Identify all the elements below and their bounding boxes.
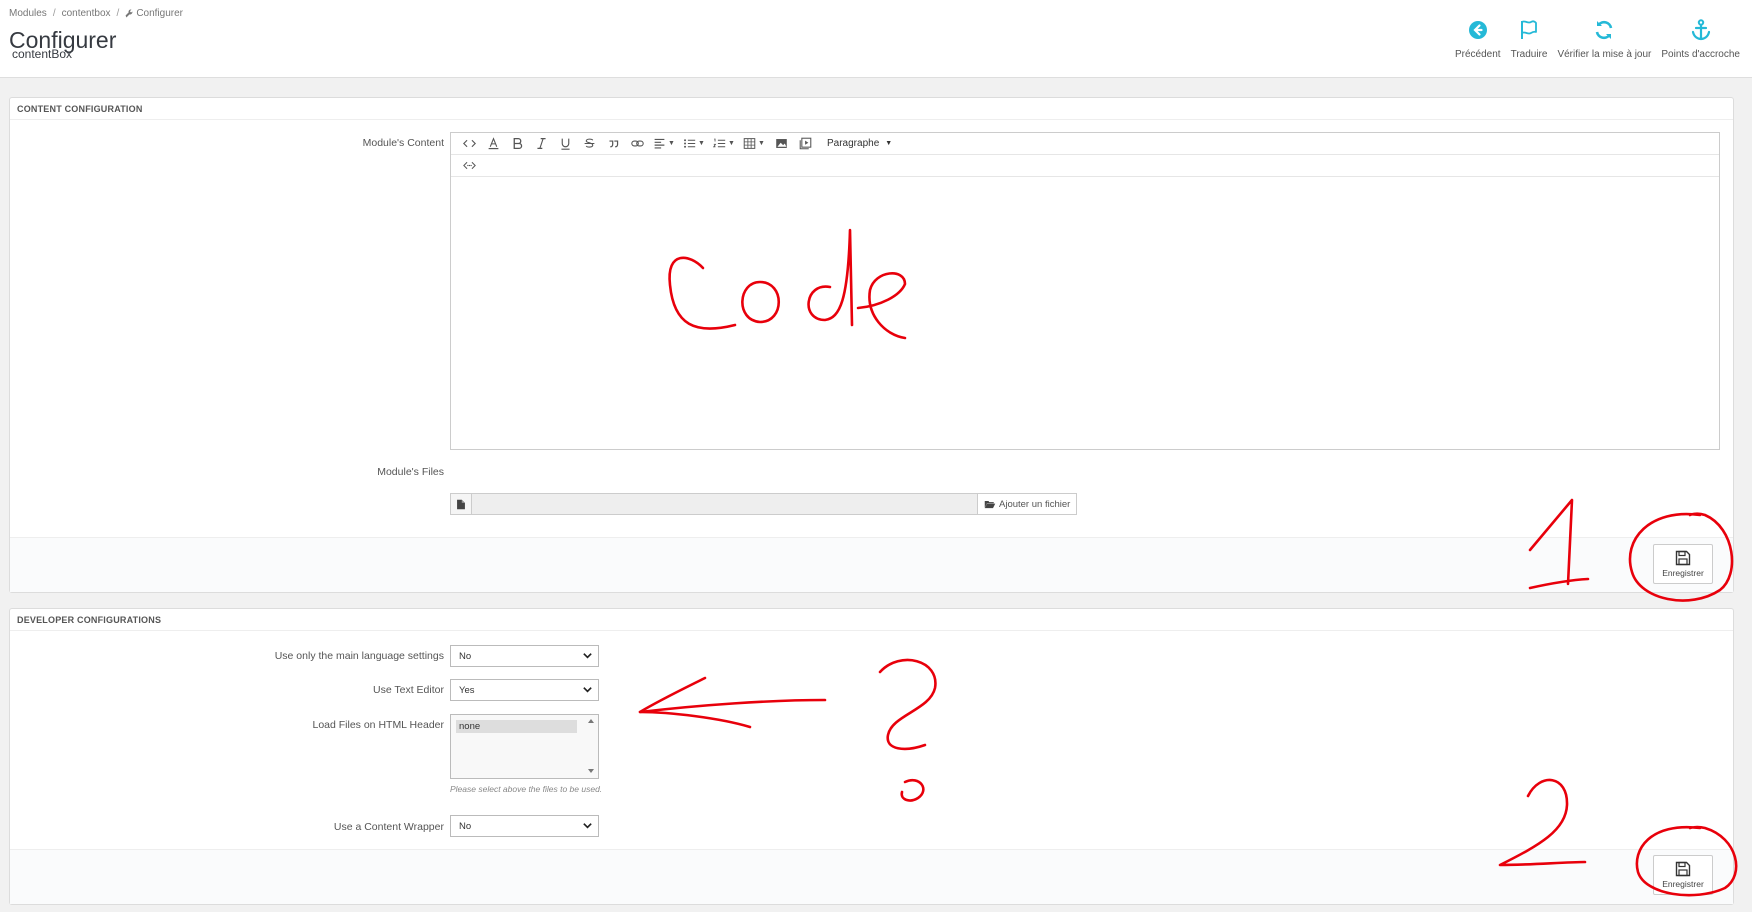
content-wrapper-value: No: [459, 821, 472, 832]
page-header: Modules / contentbox / Configurer Config…: [0, 0, 1752, 78]
panel-footer: [10, 537, 1733, 592]
align-left-icon: [654, 138, 665, 149]
load-files-label: Load Files on HTML Header: [312, 719, 444, 731]
translate-button[interactable]: Traduire: [1510, 18, 1548, 60]
module-files-label: Module's Files: [377, 466, 444, 478]
file-icon: [450, 493, 472, 515]
chevron-down-icon: [583, 653, 592, 659]
text-editor-select[interactable]: Yes: [450, 679, 599, 701]
code-icon: [462, 139, 476, 148]
blockquote-button[interactable]: [601, 134, 625, 154]
panel-heading: DEVELOPER CONFIGURATIONS: [10, 609, 1733, 631]
wrench-icon: [125, 9, 134, 18]
scroll-down-icon[interactable]: [588, 769, 594, 773]
back-button[interactable]: Précédent: [1455, 18, 1501, 60]
strikethrough-icon: [584, 138, 594, 148]
numbered-list-dropdown[interactable]: ▼: [709, 134, 739, 154]
bold-button[interactable]: [505, 134, 529, 154]
breadcrumb-separator: /: [116, 8, 120, 19]
refresh-icon: [1596, 20, 1613, 40]
text-color-icon: [488, 137, 498, 150]
text-color-button[interactable]: [481, 134, 505, 154]
breadcrumb-item-contentbox[interactable]: contentbox: [62, 8, 111, 19]
bullet-list-icon: [684, 139, 696, 148]
save-button-developer[interactable]: Enregistrer: [1653, 855, 1713, 895]
source-code-button[interactable]: [457, 134, 481, 154]
floppy-disk-icon: [1675, 550, 1691, 566]
text-editor-label: Use Text Editor: [372, 684, 444, 696]
developer-configurations-panel: DEVELOPER CONFIGURATIONS: [9, 608, 1734, 905]
back-circle-icon: [1468, 21, 1487, 39]
check-update-label: Vérifier la mise à jour: [1557, 49, 1652, 60]
paragraph-format-dropdown[interactable]: Paragraphe ▼: [827, 138, 892, 149]
breadcrumb-label: Configurer: [136, 8, 184, 19]
page-subtitle: contentBox: [12, 47, 73, 61]
breadcrumb-item-modules[interactable]: Modules: [9, 8, 47, 19]
anchor-icon: [1691, 19, 1710, 41]
module-content-label: Module's Content: [362, 137, 444, 149]
bold-icon: [513, 137, 522, 150]
translate-label: Traduire: [1510, 49, 1548, 60]
strikethrough-button[interactable]: [577, 134, 601, 154]
link-button[interactable]: [625, 134, 649, 154]
file-upload-group: Ajouter un fichier: [450, 493, 1078, 515]
add-file-label: Ajouter un fichier: [999, 498, 1071, 510]
header-toolbar: Précédent Traduire Vérifier la mise à jo…: [1455, 18, 1740, 60]
editor-toolbar: ▼ ▼ ▼ ▼ Paragraphe ▼: [451, 133, 1719, 155]
underline-button[interactable]: [553, 134, 577, 154]
table-dropdown[interactable]: ▼: [739, 134, 769, 154]
breadcrumb-separator: /: [52, 8, 56, 19]
panel-footer: [10, 849, 1733, 904]
flag-icon: [1521, 20, 1537, 39]
main-language-value: No: [459, 651, 472, 662]
add-file-button[interactable]: Ajouter un fichier: [978, 493, 1078, 515]
table-icon: [743, 138, 756, 149]
code-sample-icon: [462, 161, 476, 170]
media-button[interactable]: [793, 134, 817, 154]
save-button-content[interactable]: Enregistrer: [1653, 544, 1713, 584]
paragraph-format-label: Paragraphe: [827, 138, 880, 149]
content-wrapper-label: Use a Content Wrapper: [333, 821, 444, 833]
save-label: Enregistrer: [1662, 568, 1704, 578]
save-label: Enregistrer: [1662, 879, 1704, 889]
folder-open-icon: [984, 501, 996, 509]
load-files-help: Please select above the files to be used…: [450, 784, 603, 794]
text-editor-value: Yes: [459, 685, 475, 696]
media-icon: [799, 137, 811, 150]
floppy-disk-icon: [1675, 861, 1691, 877]
editor-toolbar-secondary: [451, 155, 1719, 177]
quote-icon: [608, 140, 618, 148]
code-sample-button[interactable]: [457, 156, 481, 176]
numbered-list-icon: [713, 138, 726, 148]
rich-text-editor: ▼ ▼ ▼ ▼ Paragraphe ▼: [450, 132, 1720, 450]
file-name-field[interactable]: [472, 493, 978, 515]
check-update-button[interactable]: Vérifier la mise à jour: [1557, 18, 1651, 60]
underline-icon: [560, 138, 570, 150]
chevron-down-icon: [583, 823, 592, 829]
hooks-label: Points d'accroche: [1661, 49, 1740, 60]
chevron-down-icon: [583, 687, 592, 693]
load-files-listbox[interactable]: none: [450, 714, 599, 779]
main-language-select[interactable]: No: [450, 645, 599, 667]
content-wrapper-select[interactable]: No: [450, 815, 599, 837]
image-icon: [775, 139, 787, 148]
bullet-list-dropdown[interactable]: ▼: [679, 134, 709, 154]
scroll-up-icon[interactable]: [588, 719, 594, 723]
panel-heading: CONTENT CONFIGURATION: [10, 98, 1733, 120]
load-files-option[interactable]: none: [456, 720, 577, 733]
chevron-down-icon: ▼: [885, 140, 893, 147]
editor-content-area[interactable]: [451, 177, 1719, 449]
link-icon: [630, 140, 644, 147]
breadcrumb-item-configurer: Configurer: [125, 8, 183, 19]
italic-icon: [536, 138, 546, 149]
back-label: Précédent: [1454, 49, 1501, 60]
align-dropdown[interactable]: ▼: [649, 134, 679, 154]
breadcrumb: Modules / contentbox / Configurer: [9, 8, 183, 19]
image-button[interactable]: [769, 134, 793, 154]
main-language-label: Use only the main language settings: [274, 650, 444, 662]
hooks-button[interactable]: Points d'accroche: [1661, 18, 1740, 60]
italic-button[interactable]: [529, 134, 553, 154]
